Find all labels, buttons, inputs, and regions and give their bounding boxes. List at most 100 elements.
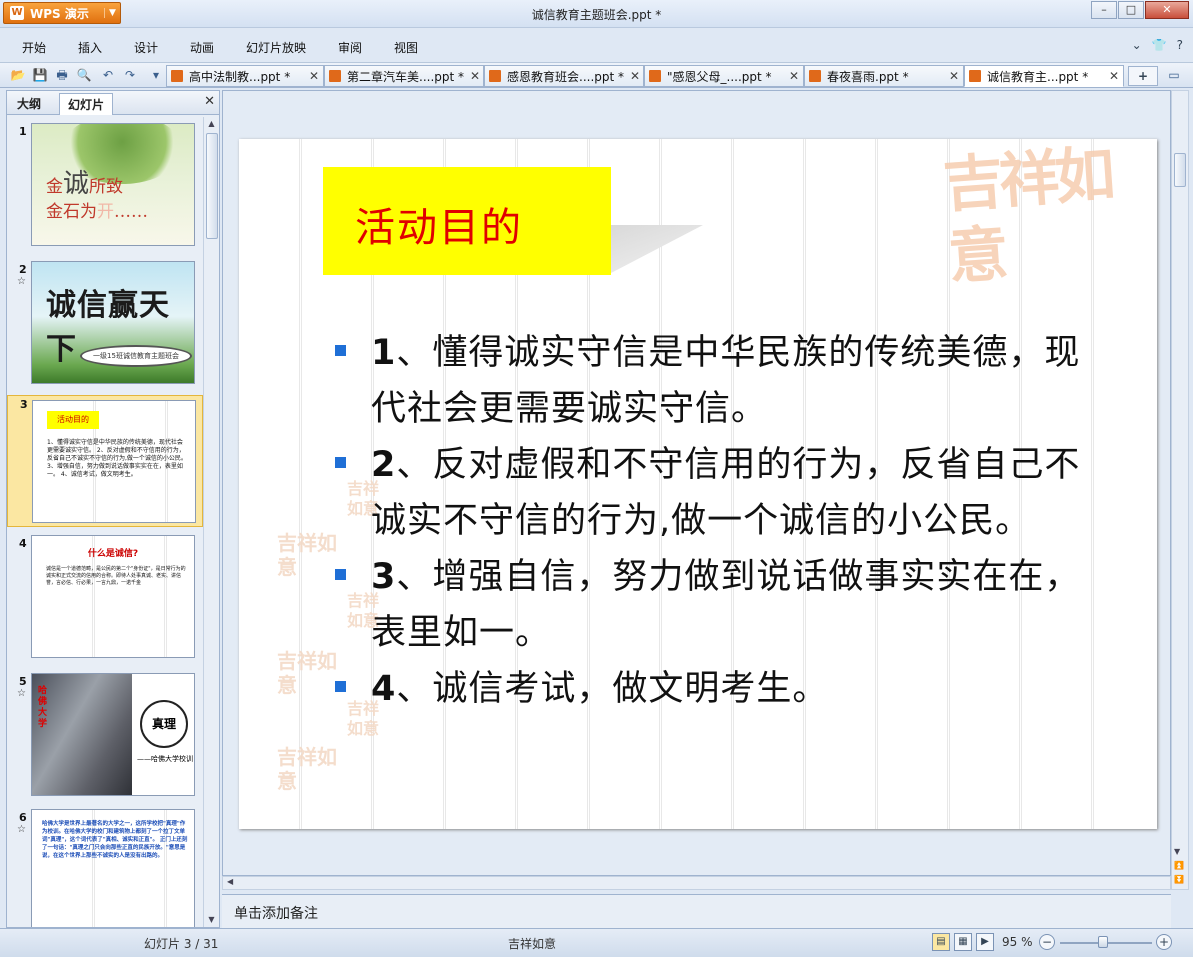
close-icon[interactable]: ✕	[943, 69, 959, 83]
scrollbar-thumb[interactable]	[1174, 153, 1186, 187]
next-slide-icon[interactable]: ⏬	[1174, 875, 1184, 884]
ppt-file-icon	[969, 70, 981, 82]
menu-view[interactable]: 视图	[394, 39, 418, 56]
normal-view-icon[interactable]: ▤	[932, 933, 950, 951]
close-icon[interactable]: ✕	[783, 69, 799, 83]
slide-thumbnail[interactable]: 金诚所致 金石为开……	[31, 123, 195, 246]
menu-right-icons: ⌄ 👕 ?	[1132, 38, 1183, 52]
close-icon[interactable]: ✕	[1103, 69, 1119, 83]
animation-star-icon: ☆	[17, 276, 26, 287]
doc-tab[interactable]: 第二章汽车美....ppt * ✕	[324, 65, 484, 87]
slide-vertical-scrollbar[interactable]: ▼ ⏫ ⏬	[1171, 90, 1189, 890]
scroll-down-icon[interactable]: ▼	[1174, 847, 1180, 856]
slide-thumbnail[interactable]: 哈佛大学是世界上最著名的大学之一，这所学校把"真理"作为校训。在哈佛大学的校门和…	[31, 809, 195, 927]
zoom-slider-handle[interactable]	[1098, 936, 1108, 948]
scroll-left-icon[interactable]: ◀	[227, 877, 233, 886]
bullet-list[interactable]: 1、懂得诚实守信是中华民族的传统美德，现代社会更需要诚实守信。 2、反对虚假和不…	[335, 325, 1095, 717]
layout-icon[interactable]: ▭	[1166, 67, 1182, 83]
tab-outline[interactable]: 大纲	[17, 95, 41, 112]
close-icon[interactable]: ✕	[624, 69, 640, 83]
redo-icon[interactable]: ↷	[122, 67, 138, 83]
slide-panel: 大纲 幻灯片 ✕ 1 金诚所致 金石为开…… 2 ☆ 诚信赢天下 一级15班诚信…	[6, 90, 220, 928]
notes-placeholder[interactable]: 单击添加备注	[234, 903, 318, 923]
thumbnail-scrollbar[interactable]: ▲ ▼	[203, 117, 219, 927]
doc-tab-label: "感恩父母_....ppt *	[667, 69, 772, 84]
zoom-out-icon[interactable]: −	[1039, 934, 1055, 950]
previous-slide-icon[interactable]: ⏫	[1174, 861, 1184, 870]
doc-tab[interactable]: 春夜喜雨.ppt * ✕	[804, 65, 964, 87]
doc-tab[interactable]: "感恩父母_....ppt * ✕	[644, 65, 804, 87]
current-slide[interactable]: 吉祥如意 吉祥如意 吉祥如意 吉祥如意 吉祥如意 吉祥如意 吉祥如意 活动目的 …	[239, 139, 1157, 829]
slide-number: 6	[19, 811, 27, 824]
help-icon[interactable]: ?	[1177, 38, 1183, 52]
ppt-file-icon	[171, 70, 183, 82]
customize-icon[interactable]: ▾	[148, 67, 164, 83]
slideshow-icon[interactable]: ▶	[976, 933, 994, 951]
thumbnail-list: 1 金诚所致 金石为开…… 2 ☆ 诚信赢天下 一级15班诚信教育主题班会 3	[7, 117, 203, 927]
new-tab-button[interactable]: +	[1128, 66, 1158, 86]
menu-review[interactable]: 审阅	[338, 39, 362, 56]
menu-insert[interactable]: 插入	[78, 39, 102, 56]
doc-tab-active[interactable]: 诚信教育主...ppt * ✕	[964, 65, 1124, 87]
slide-title[interactable]: 活动目的	[355, 195, 523, 253]
notes-pane[interactable]: 单击添加备注	[222, 894, 1171, 928]
skin-icon[interactable]: 👕	[1152, 38, 1167, 52]
zoom-in-icon[interactable]: +	[1156, 934, 1172, 950]
slide-thumbnail[interactable]: 什么是诚信? 诚信是一个道德范畴，是公民的第二个"身份证"，是日常行为的诚实和正…	[31, 535, 195, 658]
save-icon[interactable]: 💾	[32, 67, 48, 83]
slide-thumbnail[interactable]: 活动目的 1、懂得诚实守信是中华民族的传统美德，现代社会更需要诚实守信。 2、反…	[32, 400, 196, 523]
motto-circle: 真理	[140, 700, 188, 748]
slide-thumbnail-row[interactable]: 6 ☆ 哈佛大学是世界上最著名的大学之一，这所学校把"真理"作为校训。在哈佛大学…	[7, 809, 203, 927]
ppt-file-icon	[809, 70, 821, 82]
quick-toolbar: 📂 💾 🖶 🔍 ↶ ↷ ▾ 高中法制教...ppt * ✕ 第二章汽车美....…	[0, 62, 1193, 88]
close-icon[interactable]: ✕	[204, 94, 215, 109]
menu-slideshow[interactable]: 幻灯片放映	[246, 39, 306, 56]
menu-design[interactable]: 设计	[134, 39, 158, 56]
doc-tab[interactable]: 高中法制教...ppt * ✕	[166, 65, 324, 87]
minimize-button[interactable]: –	[1091, 1, 1117, 19]
doc-tab[interactable]: 感恩教育班会....ppt * ✕	[484, 65, 644, 87]
undo-icon[interactable]: ↶	[100, 67, 116, 83]
slide-thumbnail-row[interactable]: 1 金诚所致 金石为开……	[7, 123, 203, 253]
zoom-level: 95 %	[1002, 935, 1033, 949]
tab-slides[interactable]: 幻灯片	[59, 93, 114, 115]
menu-home[interactable]: 开始	[22, 39, 46, 56]
maximize-button[interactable]: □	[1118, 1, 1144, 19]
print-icon[interactable]: 🖶	[54, 67, 70, 83]
slide-thumbnail-row[interactable]: 5 ☆ 哈佛大学 真理 ——哈佛大学校训	[7, 673, 203, 803]
thumbnail-red-label: 哈佛大学	[38, 686, 48, 729]
panel-tabs: 大纲 幻灯片 ✕	[7, 91, 219, 115]
print-preview-icon[interactable]: 🔍	[76, 67, 92, 83]
window-controls: – □ ✕	[1090, 1, 1189, 21]
close-window-button[interactable]: ✕	[1145, 1, 1189, 19]
bullet-square-icon	[335, 345, 346, 356]
scrollbar-thumb[interactable]	[206, 133, 218, 239]
bullet-square-icon	[335, 681, 346, 692]
thumbnail-body: 1、懂得诚实守信是中华民族的传统美德，现代社会更需要诚实守信。 2、反对虚假和不…	[47, 439, 187, 478]
thumbnail-title: 金诚所致 金石为开……	[46, 169, 148, 222]
slide-thumbnail[interactable]: 诚信赢天下 一级15班诚信教育主题班会	[31, 261, 195, 384]
ppt-file-icon	[649, 70, 661, 82]
slide-sorter-icon[interactable]: ▦	[954, 933, 972, 951]
doc-tab-label: 春夜喜雨.ppt *	[827, 69, 909, 84]
close-icon[interactable]: ✕	[464, 69, 480, 83]
slide-horizontal-scrollbar[interactable]: ◀	[222, 876, 1171, 890]
bullet-item: 4、诚信考试，做文明考生。	[335, 661, 1095, 717]
open-icon[interactable]: 📂	[10, 67, 26, 83]
slide-thumbnail[interactable]: 哈佛大学 真理 ——哈佛大学校训	[31, 673, 195, 796]
doc-tab-label: 诚信教育主...ppt *	[987, 69, 1089, 84]
menu-animation[interactable]: 动画	[190, 39, 214, 56]
scroll-down-icon[interactable]: ▼	[204, 913, 219, 927]
close-icon[interactable]: ✕	[303, 69, 319, 83]
slide-thumbnail-row-selected[interactable]: 3 活动目的 1、懂得诚实守信是中华民族的传统美德，现代社会更需要诚实守信。 2…	[7, 395, 203, 527]
theme-name: 吉祥如意	[508, 937, 557, 951]
slide-thumbnail-row[interactable]: 4 什么是诚信? 诚信是一个道德范畴，是公民的第二个"身份证"，是日常行为的诚实…	[7, 535, 203, 665]
ppt-file-icon	[489, 70, 501, 82]
scroll-up-icon[interactable]: ▲	[204, 117, 219, 131]
thumbnail-title: 什么是诚信?	[87, 549, 139, 559]
bullet-square-icon	[335, 457, 346, 468]
doc-tab-label: 第二章汽车美....ppt *	[347, 69, 465, 84]
slide-thumbnail-row[interactable]: 2 ☆ 诚信赢天下 一级15班诚信教育主题班会	[7, 261, 203, 391]
collapse-ribbon-icon[interactable]: ⌄	[1132, 38, 1142, 52]
animation-star-icon: ☆	[17, 688, 26, 699]
